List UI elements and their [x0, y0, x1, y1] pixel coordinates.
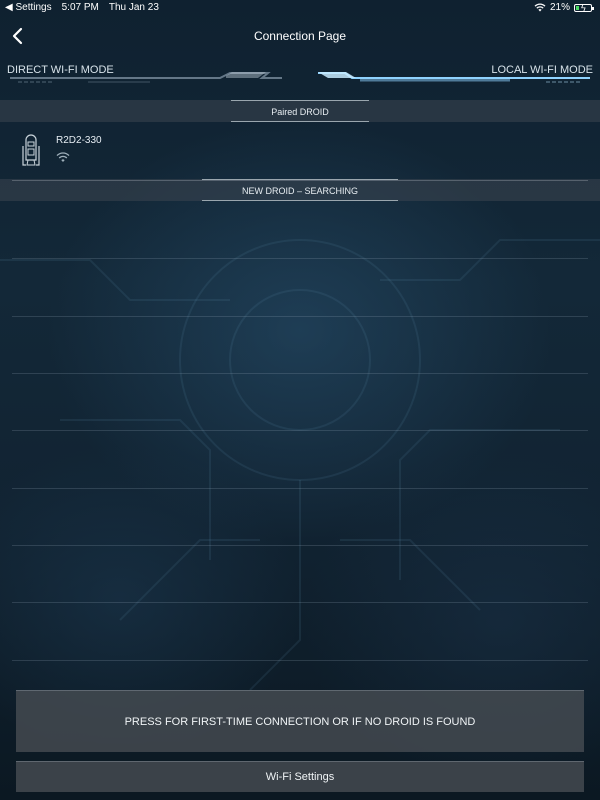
paired-droid-row[interactable]: R2D2-330 — [12, 124, 588, 181]
connection-screen: ◀ Settings 5:07 PM Thu Jan 23 21% ϟ Conn… — [0, 0, 600, 800]
status-left: ◀ Settings 5:07 PM Thu Jan 23 — [5, 2, 159, 13]
status-bar: ◀ Settings 5:07 PM Thu Jan 23 21% ϟ — [0, 0, 600, 16]
battery-charging-icon: ϟ — [574, 3, 594, 13]
droid-wifi-signal-icon — [56, 152, 70, 162]
droid-name: R2D2-330 — [56, 135, 102, 146]
paired-section-label: Paired DROID — [231, 100, 369, 122]
status-right: 21% ϟ — [534, 2, 594, 13]
page-title: Connection Page — [253, 29, 347, 43]
list-row-divider — [12, 430, 588, 431]
paired-section-header: Paired DROID — [0, 100, 600, 122]
wifi-status-icon — [534, 3, 546, 12]
list-row-divider — [12, 316, 588, 317]
list-row-divider — [12, 488, 588, 489]
battery-percent: 21% — [549, 2, 570, 13]
list-row-divider — [12, 660, 588, 661]
r2d2-droid-icon — [22, 134, 40, 166]
back-to-settings-link[interactable]: ◀ Settings — [5, 2, 52, 13]
list-row-divider — [12, 602, 588, 603]
new-droid-section-header: NEW DROID – SEARCHING — [0, 179, 600, 201]
wifi-settings-button[interactable]: Wi-Fi Settings — [16, 761, 584, 792]
first-time-connection-button[interactable]: PRESS FOR FIRST-TIME CONNECTION OR IF NO… — [16, 690, 584, 752]
list-row-divider — [12, 258, 588, 259]
new-droid-list — [12, 200, 588, 670]
status-time: 5:07 PM — [61, 2, 99, 13]
list-row-divider — [12, 373, 588, 374]
list-row-divider — [12, 545, 588, 546]
new-droid-section-label: NEW DROID – SEARCHING — [202, 179, 398, 201]
mode-selector-bars — [10, 72, 590, 83]
status-date: Thu Jan 23 — [108, 2, 159, 13]
